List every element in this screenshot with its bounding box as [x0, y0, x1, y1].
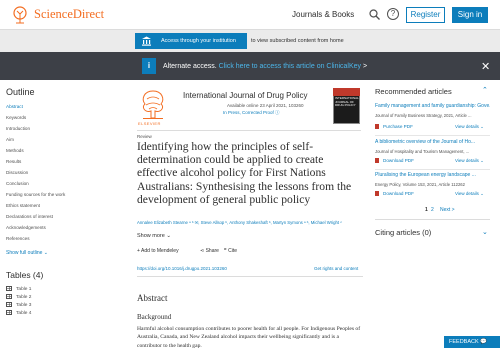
- purchase-pdf-link[interactable]: Purchase PDF: [375, 124, 413, 130]
- alternate-access-message: Alternate access. Click here to access t…: [163, 63, 367, 70]
- view-details-link[interactable]: View details ⌄: [455, 191, 484, 197]
- in-press-link[interactable]: In Press, Corrected Proof ⓘ: [223, 110, 280, 116]
- table-link-label: Table 3: [16, 302, 32, 308]
- close-icon[interactable]: ✕: [481, 60, 490, 73]
- table-link-label: Table 2: [16, 294, 32, 300]
- share-button[interactable]: ⋖ Share: [200, 248, 219, 254]
- clinicalkey-link[interactable]: Click here to access this article on Cli…: [219, 63, 361, 70]
- feedback-button[interactable]: FEEDBACK 💬: [444, 336, 500, 348]
- availability-date: Available online 23 April 2021, 103260: [227, 103, 304, 108]
- recommended-articles-heading[interactable]: Recommended articles: [375, 87, 452, 96]
- institution-access-label[interactable]: Access through your institution: [161, 38, 236, 44]
- view-details-link[interactable]: View details ⌄: [455, 158, 484, 164]
- outline-item-results[interactable]: Results: [6, 159, 21, 164]
- cite-button[interactable]: ❞ Cite: [224, 248, 237, 254]
- recommended-article-title[interactable]: Family management and family guardianshi…: [375, 103, 490, 109]
- brand-logo-text[interactable]: ScienceDirect: [34, 7, 104, 22]
- divider: [375, 169, 490, 170]
- pagination-current: 1: [425, 207, 428, 213]
- abstract-heading: Abstract: [137, 293, 168, 303]
- outline-item-introduction[interactable]: Introduction: [6, 126, 30, 131]
- chevron-down-icon[interactable]: ⌄: [482, 228, 488, 236]
- pdf-icon: [375, 191, 379, 197]
- journals-books-link[interactable]: Journals & Books: [292, 10, 354, 19]
- divider: [137, 276, 363, 277]
- journal-cover-title: INTERNATIONAL JOURNAL OF DRUG POLICY: [335, 96, 359, 108]
- chevron-up-icon[interactable]: ⌃: [482, 86, 488, 94]
- outline-item-aim[interactable]: Aim: [6, 137, 14, 142]
- outline-item-declarations[interactable]: Declarations of interest: [6, 214, 53, 219]
- outline-item-funding[interactable]: Funding sources for the work: [6, 192, 65, 197]
- help-icon[interactable]: ?: [387, 8, 399, 20]
- author-list[interactable]: Annalee Elizabeth Stearne ᵃ ᵇ ✉, Steve A…: [137, 220, 363, 226]
- doi-link[interactable]: https://doi.org/10.1016/j.drugpo.2021.10…: [137, 266, 227, 271]
- clinicalkey-link-arrow: >: [361, 63, 368, 70]
- recommended-article-journal: Journal of Hospitality and Tourism Manag…: [375, 149, 470, 154]
- add-to-mendeley-label: Add to Mendeley: [141, 248, 179, 254]
- table-icon: [6, 294, 12, 299]
- outline-item-methods[interactable]: Methods: [6, 148, 24, 153]
- download-pdf-link[interactable]: Download PDF: [375, 158, 414, 164]
- cite-label: Cite: [228, 248, 237, 254]
- recommended-article-journal: Journal of Family Business Strategy, 202…: [375, 113, 472, 118]
- background-heading: Background: [137, 313, 172, 321]
- article-type: Review: [137, 134, 152, 139]
- register-button[interactable]: Register: [406, 7, 445, 23]
- pdf-link-label: Purchase PDF: [383, 124, 413, 129]
- recommended-article-journal: Energy Policy, Volume 153, 2021, Article…: [375, 182, 465, 187]
- journal-title-link[interactable]: International Journal of Drug Policy: [183, 91, 308, 100]
- table-icon: [6, 310, 12, 315]
- outline-item-keywords[interactable]: Keywords: [6, 115, 26, 120]
- pdf-link-label: Download PDF: [383, 158, 414, 163]
- abstract-paragraph: Harmful alcohol consumption contributes …: [137, 326, 361, 348]
- table-link[interactable]: Table 2: [6, 294, 31, 300]
- institution-banner-text: to view subscribed content from home: [251, 38, 344, 44]
- outline-item-references[interactable]: References: [6, 236, 30, 241]
- info-icon: i: [142, 58, 156, 74]
- elsevier-wordmark: ELSEVIER: [138, 121, 161, 126]
- show-full-outline-button[interactable]: Show full outline ⌄: [6, 250, 48, 256]
- outline-item-conclusion[interactable]: Conclusion: [6, 181, 29, 186]
- table-link-label: Table 4: [16, 310, 32, 316]
- pdf-link-label: Download PDF: [383, 191, 414, 196]
- recommended-article-title[interactable]: A bibliometric overview of the Journal o…: [375, 139, 490, 145]
- pdf-icon: [375, 158, 379, 164]
- journal-cover-band: [333, 88, 360, 96]
- outline-item-ethics[interactable]: Ethics statement: [6, 203, 40, 208]
- show-more-button[interactable]: Show more ⌄: [137, 233, 171, 239]
- table-icon: [6, 302, 12, 307]
- table-link[interactable]: Table 4: [6, 310, 31, 316]
- table-link-label: Table 1: [16, 286, 32, 292]
- pagination-next[interactable]: Next >: [440, 207, 455, 213]
- view-details-link[interactable]: View details ⌄: [455, 124, 484, 130]
- alternate-access-label: Alternate access.: [163, 63, 217, 70]
- rights-content-link[interactable]: Get rights and content: [314, 266, 358, 271]
- table-link[interactable]: Table 1: [6, 286, 31, 292]
- elsevier-logo-icon[interactable]: [137, 87, 169, 121]
- divider: [375, 219, 490, 220]
- add-to-mendeley-button[interactable]: + Add to Mendeley: [137, 248, 179, 254]
- sign-in-button[interactable]: Sign in: [452, 7, 488, 23]
- outline-item-acknowledgements[interactable]: Acknowledgements: [6, 225, 46, 230]
- elsevier-tree-icon[interactable]: [10, 5, 30, 25]
- divider: [137, 130, 361, 131]
- divider: [375, 135, 490, 136]
- table-link[interactable]: Table 3: [6, 302, 31, 308]
- outline-item-discussion[interactable]: Discussion: [6, 170, 28, 175]
- table-icon: [6, 286, 12, 291]
- tables-heading: Tables (4): [6, 270, 44, 280]
- article-title: Identifying how the principles of self-d…: [137, 140, 352, 206]
- institution-icon: [142, 36, 151, 46]
- outline-item-abstract[interactable]: Abstract: [6, 104, 23, 109]
- pdf-icon: [375, 124, 379, 130]
- search-icon[interactable]: [369, 9, 380, 20]
- recommended-article-title[interactable]: Pluralising the European energy landscap…: [375, 172, 490, 178]
- citing-articles-heading[interactable]: Citing articles (0): [375, 228, 431, 237]
- pagination-page-2[interactable]: 2: [431, 207, 434, 213]
- outline-heading: Outline: [6, 87, 35, 97]
- institution-banner: [0, 30, 500, 52]
- download-pdf-link[interactable]: Download PDF: [375, 191, 414, 197]
- share-label: Share: [205, 248, 219, 254]
